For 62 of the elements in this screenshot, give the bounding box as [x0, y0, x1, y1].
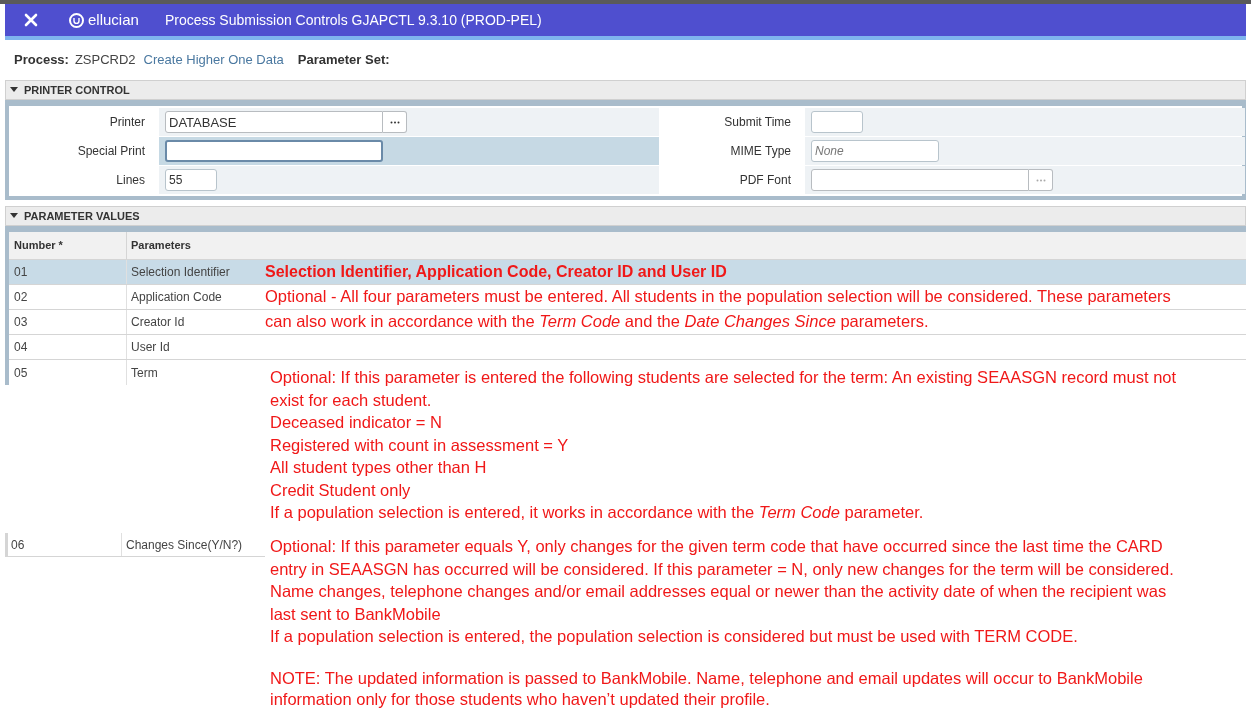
table-row[interactable]: 04 User Id: [9, 335, 1246, 360]
ellipsis-button[interactable]: [1029, 169, 1053, 191]
annotation-text: If a population selection is entered, the population selection is considered but must be used with TERM CODE.: [270, 626, 1079, 647]
table-cell-text: Creator Id: [130, 314, 186, 331]
annotation-text: can also work in accordance with the Term Code and the Date Changes Since parameters.: [265, 311, 929, 332]
logo-icon: [69, 12, 84, 28]
table-cell: 04: [9, 335, 127, 359]
ellipsis-button[interactable]: [383, 111, 407, 133]
annotation-text: Credit Student only: [270, 479, 412, 501]
table-row[interactable]: 01 Selection Identifier Selection Identifier, Application Code, Creator ID and User ID: [9, 260, 1246, 285]
annotation-text: Deceased indicator = N: [270, 412, 443, 433]
table-cell-text: Selection Identifier: [130, 264, 231, 281]
annotation-text: All student types other than H: [270, 457, 488, 478]
process-code: ZSPCRD2: [74, 51, 136, 70]
annotation-text: entry in SEAASGN has occurred will be considered. If this parameter = N, only new changes for the term will be considered.: [270, 558, 1174, 580]
annotation-text: Registered with count in assessment = Y: [270, 434, 570, 456]
annotation-text: last sent to BankMobile: [270, 603, 442, 625]
brand-logo: ellucian: [88, 9, 139, 30]
lookup-field[interactable]: DATABASE: [165, 111, 383, 133]
field-label: Submit Time: [723, 114, 792, 131]
ellipsis-icon: [389, 120, 400, 124]
input-field[interactable]: 55: [165, 169, 217, 191]
table-cell-text: Changes Since(Y/N?): [125, 536, 243, 554]
field-label: Special Print: [76, 143, 146, 160]
section-title: PRINTER CONTROL: [24, 82, 130, 98]
annotation-text: information only for those students who haven’t updated their profile.: [270, 689, 771, 710]
input-field[interactable]: [811, 111, 863, 133]
field-label: Lines: [115, 172, 146, 189]
table-row[interactable]: 03 Creator Id can also work in accordance with the Term Code and the Date Changes Since parameters.: [9, 310, 1246, 335]
input-field[interactable]: [165, 140, 383, 162]
table-cell: 06: [8, 533, 122, 556]
table-cell-text: Application Code: [130, 289, 223, 306]
section-header[interactable]: PRINTER CONTROL: [5, 80, 1246, 100]
annotation-text: NOTE: The updated information is passed to BankMobile. Name, telephone and email updates will occur to BankMobile: [270, 668, 1143, 689]
table-row[interactable]: 02 Application Code Optional - All four parameters must be entered. All students in the population selection will be considered. These parameters: [9, 285, 1246, 310]
table-cell: 05: [9, 360, 127, 385]
parameter-set-label: Parameter Set:: [297, 51, 390, 70]
annotation-text: Optional - All four parameters must be entered. All students in the population selection will be considered. These parameters: [265, 286, 1171, 307]
input-field[interactable]: None: [811, 140, 939, 162]
annotation-text: If a population selection is entered, it works in accordance with the Term Code parameter.: [270, 502, 925, 523]
field-label: MIME Type: [729, 143, 792, 160]
annotation-text: Optional: If this parameter is entered the following students are selected for the term: An existing SEAASGN record must not: [270, 367, 1177, 388]
section-header[interactable]: PARAMETER VALUES: [5, 206, 1246, 226]
section-title: PARAMETER VALUES: [24, 208, 140, 224]
field-label: Printer: [108, 114, 146, 131]
table-cell-text: Term: [130, 364, 159, 382]
annotation-text: Name changes, telephone changes and/or email addresses equal or newer than the activity date of when the recipient was: [270, 581, 1168, 602]
process-label: Process:: [14, 51, 69, 70]
ellipsis-icon: [1035, 178, 1046, 182]
table-row[interactable]: 06 Changes Since(Y/N?): [5, 533, 265, 557]
table-cell: 02: [9, 285, 127, 309]
process-name: Create Higher One Data: [143, 51, 284, 70]
field-label: PDF Font: [738, 172, 792, 189]
table-cell: 03: [9, 310, 127, 334]
window-title: Process Submission Controls GJAPCTL 9.3.10 (PROD-PEL): [164, 10, 542, 30]
annotation-text: Selection Identifier, Application Code, Creator ID and User ID: [265, 262, 727, 282]
table-cell: 01: [9, 260, 127, 284]
column-header[interactable]: Number *: [9, 232, 127, 259]
table-cell-text: User Id: [130, 339, 171, 356]
column-header[interactable]: Parameters: [127, 232, 1246, 259]
annotation-text: Optional: If this parameter equals Y, only changes for the given term code that have occurred since the last time the CARD: [270, 536, 1164, 557]
annotation-text: exist for each student.: [270, 389, 433, 411]
